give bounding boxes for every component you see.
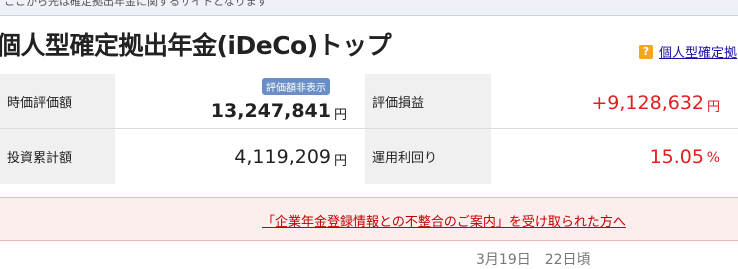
gain-label-cell: 評価損益 [365, 74, 491, 128]
invested-label: 投資累計額 [7, 151, 73, 166]
footer-date-partial: 3月19日 22日頃 [476, 252, 591, 268]
valuation-label-cell: 時価評価額 [0, 74, 115, 128]
gain-unit: 円 [706, 100, 720, 115]
yield-unit: % [706, 150, 720, 166]
invested-value: 4,119,209 [234, 146, 331, 168]
gain-value-cell: +9,128,632 円 [491, 74, 738, 128]
help-link[interactable]: ? 個人型確定拠 [639, 42, 737, 61]
gain-label: 評価損益 [372, 95, 425, 111]
invested-value-cell: 4,119,209 円 [115, 129, 365, 184]
valuation-unit: 円 [333, 108, 347, 123]
invested-unit: 円 [333, 154, 347, 169]
valuation-label: 時価評価額 [7, 95, 73, 111]
notice-link[interactable]: 「企業年金登録情報との不整合のご案内」を受け取られた方へ [262, 211, 626, 230]
top-bar-text: ここから先は確定拠出年金に関するサイトとなります [4, 0, 268, 8]
question-icon: ? [639, 44, 653, 59]
summary-table: 時価評価額 評価額非表示 13,247,841 円 評価損益 +9,128,63… [0, 74, 738, 184]
valuation-value: 13,247,841 [210, 100, 331, 122]
yield-value-cell: 15.05 % [491, 129, 738, 184]
hide-valuation-badge[interactable]: 評価額非表示 [262, 78, 330, 95]
yield-value: 15.05 [649, 146, 704, 168]
valuation-value-cell: 評価額非表示 13,247,841 円 [115, 74, 365, 128]
gain-value: +9,128,632 [591, 92, 704, 114]
yield-label-cell: 運用利回り [365, 129, 491, 184]
top-bar: ここから先は確定拠出年金に関するサイトとなります [0, 0, 738, 16]
page-title: 個人型確定拠出年金(iDeCo)トップ [0, 31, 392, 60]
notice-banner: 「企業年金登録情報との不整合のご案内」を受け取られた方へ [0, 197, 738, 241]
yield-label: 運用利回り [372, 151, 438, 166]
invested-label-cell: 投資累計額 [0, 129, 115, 184]
help-link-label[interactable]: 個人型確定拠 [659, 42, 737, 61]
